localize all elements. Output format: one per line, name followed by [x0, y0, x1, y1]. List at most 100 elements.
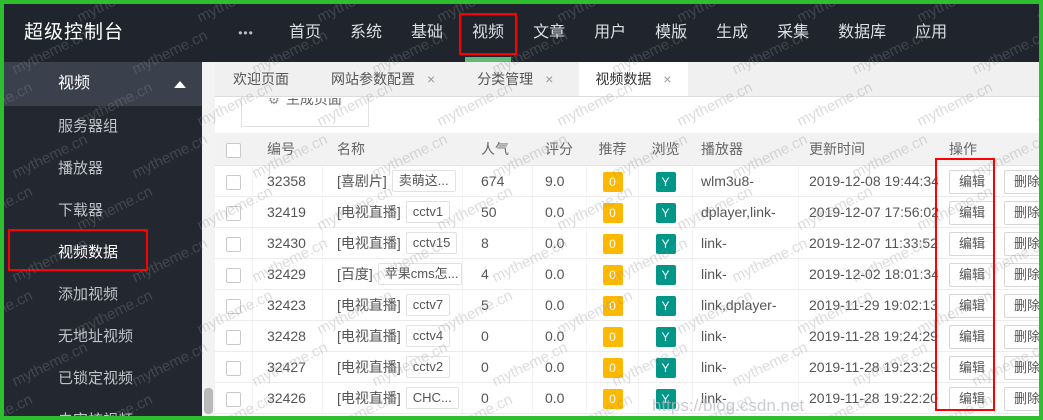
recommend-badge[interactable]: 0	[602, 265, 623, 285]
header-browse: 浏览	[639, 133, 693, 165]
nav-item-template[interactable]: 模版	[642, 4, 700, 62]
cell-id: 32430	[253, 228, 323, 258]
sidebar-group-video[interactable]: 视频	[4, 62, 202, 106]
cell-recommend: 0	[587, 290, 639, 320]
nav-item-database[interactable]: 数据库	[825, 4, 899, 62]
edit-button[interactable]: 编辑	[949, 170, 996, 194]
delete-button[interactable]: 删除	[1004, 356, 1039, 380]
row-checkbox[interactable]	[226, 298, 241, 314]
name-input[interactable]: CHC...	[405, 387, 459, 409]
delete-button[interactable]: 删除	[1004, 170, 1039, 194]
cell-recommend: 0	[587, 166, 639, 196]
browse-badge[interactable]: Y	[655, 389, 676, 409]
recommend-badge[interactable]: 0	[602, 172, 623, 192]
browse-badge[interactable]: Y	[655, 358, 676, 378]
sidebar-item-add-video[interactable]: 添加视频	[4, 274, 202, 316]
browse-badge[interactable]: Y	[655, 234, 676, 254]
row-checkbox[interactable]	[226, 329, 241, 345]
row-checkbox[interactable]	[226, 360, 241, 376]
close-icon[interactable]: ×	[663, 71, 671, 87]
sidebar-item-video-data[interactable]: 视频数据	[4, 229, 202, 274]
close-icon[interactable]: ×	[427, 71, 435, 87]
row-checkbox[interactable]	[226, 267, 241, 283]
name-input[interactable]: cctv15	[405, 232, 458, 254]
edit-button[interactable]: 编辑	[949, 232, 996, 256]
select-all-checkbox[interactable]	[226, 142, 241, 158]
cell-player: link-	[693, 228, 799, 258]
delete-button[interactable]: 删除	[1004, 294, 1039, 318]
browse-badge[interactable]: Y	[655, 203, 676, 223]
delete-button[interactable]: 删除	[1004, 263, 1039, 287]
edit-button[interactable]: 编辑	[949, 387, 996, 411]
close-icon[interactable]: ×	[545, 71, 553, 87]
nav-item-home[interactable]: 首页	[276, 4, 334, 62]
edit-button[interactable]: 编辑	[949, 201, 996, 225]
browse-badge[interactable]: Y	[655, 172, 676, 192]
cell-recommend: 0	[587, 383, 639, 413]
sidebar-item-downloader[interactable]: 下载器	[4, 190, 202, 232]
row-checkbox[interactable]	[226, 174, 241, 190]
row-checkbox-cell	[215, 228, 253, 258]
recommend-badge[interactable]: 0	[602, 358, 623, 378]
delete-button[interactable]: 删除	[1004, 232, 1039, 256]
sidebar-item-player[interactable]: 播放器	[4, 148, 202, 190]
recommend-badge[interactable]: 0	[602, 296, 623, 316]
nav-item-basic[interactable]: 基础	[398, 4, 456, 62]
nav-item-system[interactable]: 系统	[337, 4, 395, 62]
recommend-badge[interactable]: 0	[602, 234, 623, 254]
nav-item-collect[interactable]: 采集	[764, 4, 822, 62]
content-scrollbar[interactable]	[202, 62, 215, 416]
browse-badge[interactable]: Y	[655, 265, 676, 285]
cell-score: 0.0	[533, 352, 587, 382]
name-input[interactable]: cctv1	[405, 201, 451, 223]
sidebar-item-unreviewed-video[interactable]: 未审核视频	[4, 400, 202, 416]
delete-button[interactable]: 删除	[1004, 325, 1039, 349]
recommend-badge[interactable]: 0	[602, 389, 623, 409]
cell-actions: 编辑 删除	[939, 259, 1039, 289]
cell-score: 0.0	[533, 197, 587, 227]
collapse-menu-icon[interactable]: •••	[224, 4, 268, 62]
delete-button[interactable]: 删除	[1004, 201, 1039, 225]
nav-item-user[interactable]: 用户	[581, 4, 639, 62]
cell-score: 0.0	[533, 321, 587, 351]
nav-item-article[interactable]: 文章	[520, 4, 578, 62]
scrollbar-thumb[interactable]	[204, 388, 213, 414]
cell-category: [喜剧片]	[337, 172, 387, 189]
tab-video-data[interactable]: 视频数据 ×	[579, 62, 688, 96]
tab-category-management-label: 分类管理	[477, 71, 534, 87]
row-checkbox[interactable]	[226, 236, 241, 252]
name-input[interactable]: cctv7	[405, 294, 451, 316]
name-input[interactable]: cctv4	[405, 325, 451, 347]
cell-player: dplayer,link-	[693, 197, 799, 227]
recommend-badge[interactable]: 0	[602, 327, 623, 347]
edit-button[interactable]: 编辑	[949, 325, 996, 349]
browse-badge[interactable]: Y	[655, 296, 676, 316]
sidebar-item-server-group[interactable]: 服务器组	[4, 106, 202, 148]
name-input[interactable]: cctv2	[405, 356, 451, 378]
name-input[interactable]: 卖萌这...	[391, 170, 456, 192]
edit-button[interactable]: 编辑	[949, 294, 996, 318]
edit-button[interactable]: 编辑	[949, 263, 996, 287]
tab-welcome[interactable]: 欢迎页面	[217, 62, 305, 96]
nav-item-app[interactable]: 应用	[902, 4, 960, 62]
name-input[interactable]: 苹果cms怎...	[377, 263, 462, 285]
tab-site-config[interactable]: 网站参数配置 ×	[315, 62, 451, 96]
nav-item-video[interactable]: 视频	[459, 4, 518, 62]
recommend-badge[interactable]: 0	[602, 203, 623, 223]
tab-category-management[interactable]: 分类管理 ×	[461, 62, 569, 96]
row-checkbox[interactable]	[226, 391, 241, 407]
sidebar-item-no-url-video[interactable]: 无地址视频	[4, 316, 202, 358]
sidebar-item-locked-video[interactable]: 已锁定视频	[4, 358, 202, 400]
cell-hits: 4	[463, 259, 533, 289]
cell-updated: 2019-12-02 18:01:34	[799, 259, 939, 289]
delete-button[interactable]: 删除	[1004, 387, 1039, 411]
row-checkbox[interactable]	[226, 205, 241, 221]
header-player: 播放器	[693, 133, 799, 165]
generate-page-button[interactable]: ⚙ 生成页面	[241, 98, 369, 127]
nav-item-generate[interactable]: 生成	[703, 4, 761, 62]
edit-button[interactable]: 编辑	[949, 356, 996, 380]
cell-browse: Y	[639, 228, 693, 258]
cell-category: [电视直播]	[337, 327, 401, 344]
tab-bar: 欢迎页面 网站参数配置 × 分类管理 × 视频数据 ×	[215, 62, 1039, 97]
browse-badge[interactable]: Y	[655, 327, 676, 347]
